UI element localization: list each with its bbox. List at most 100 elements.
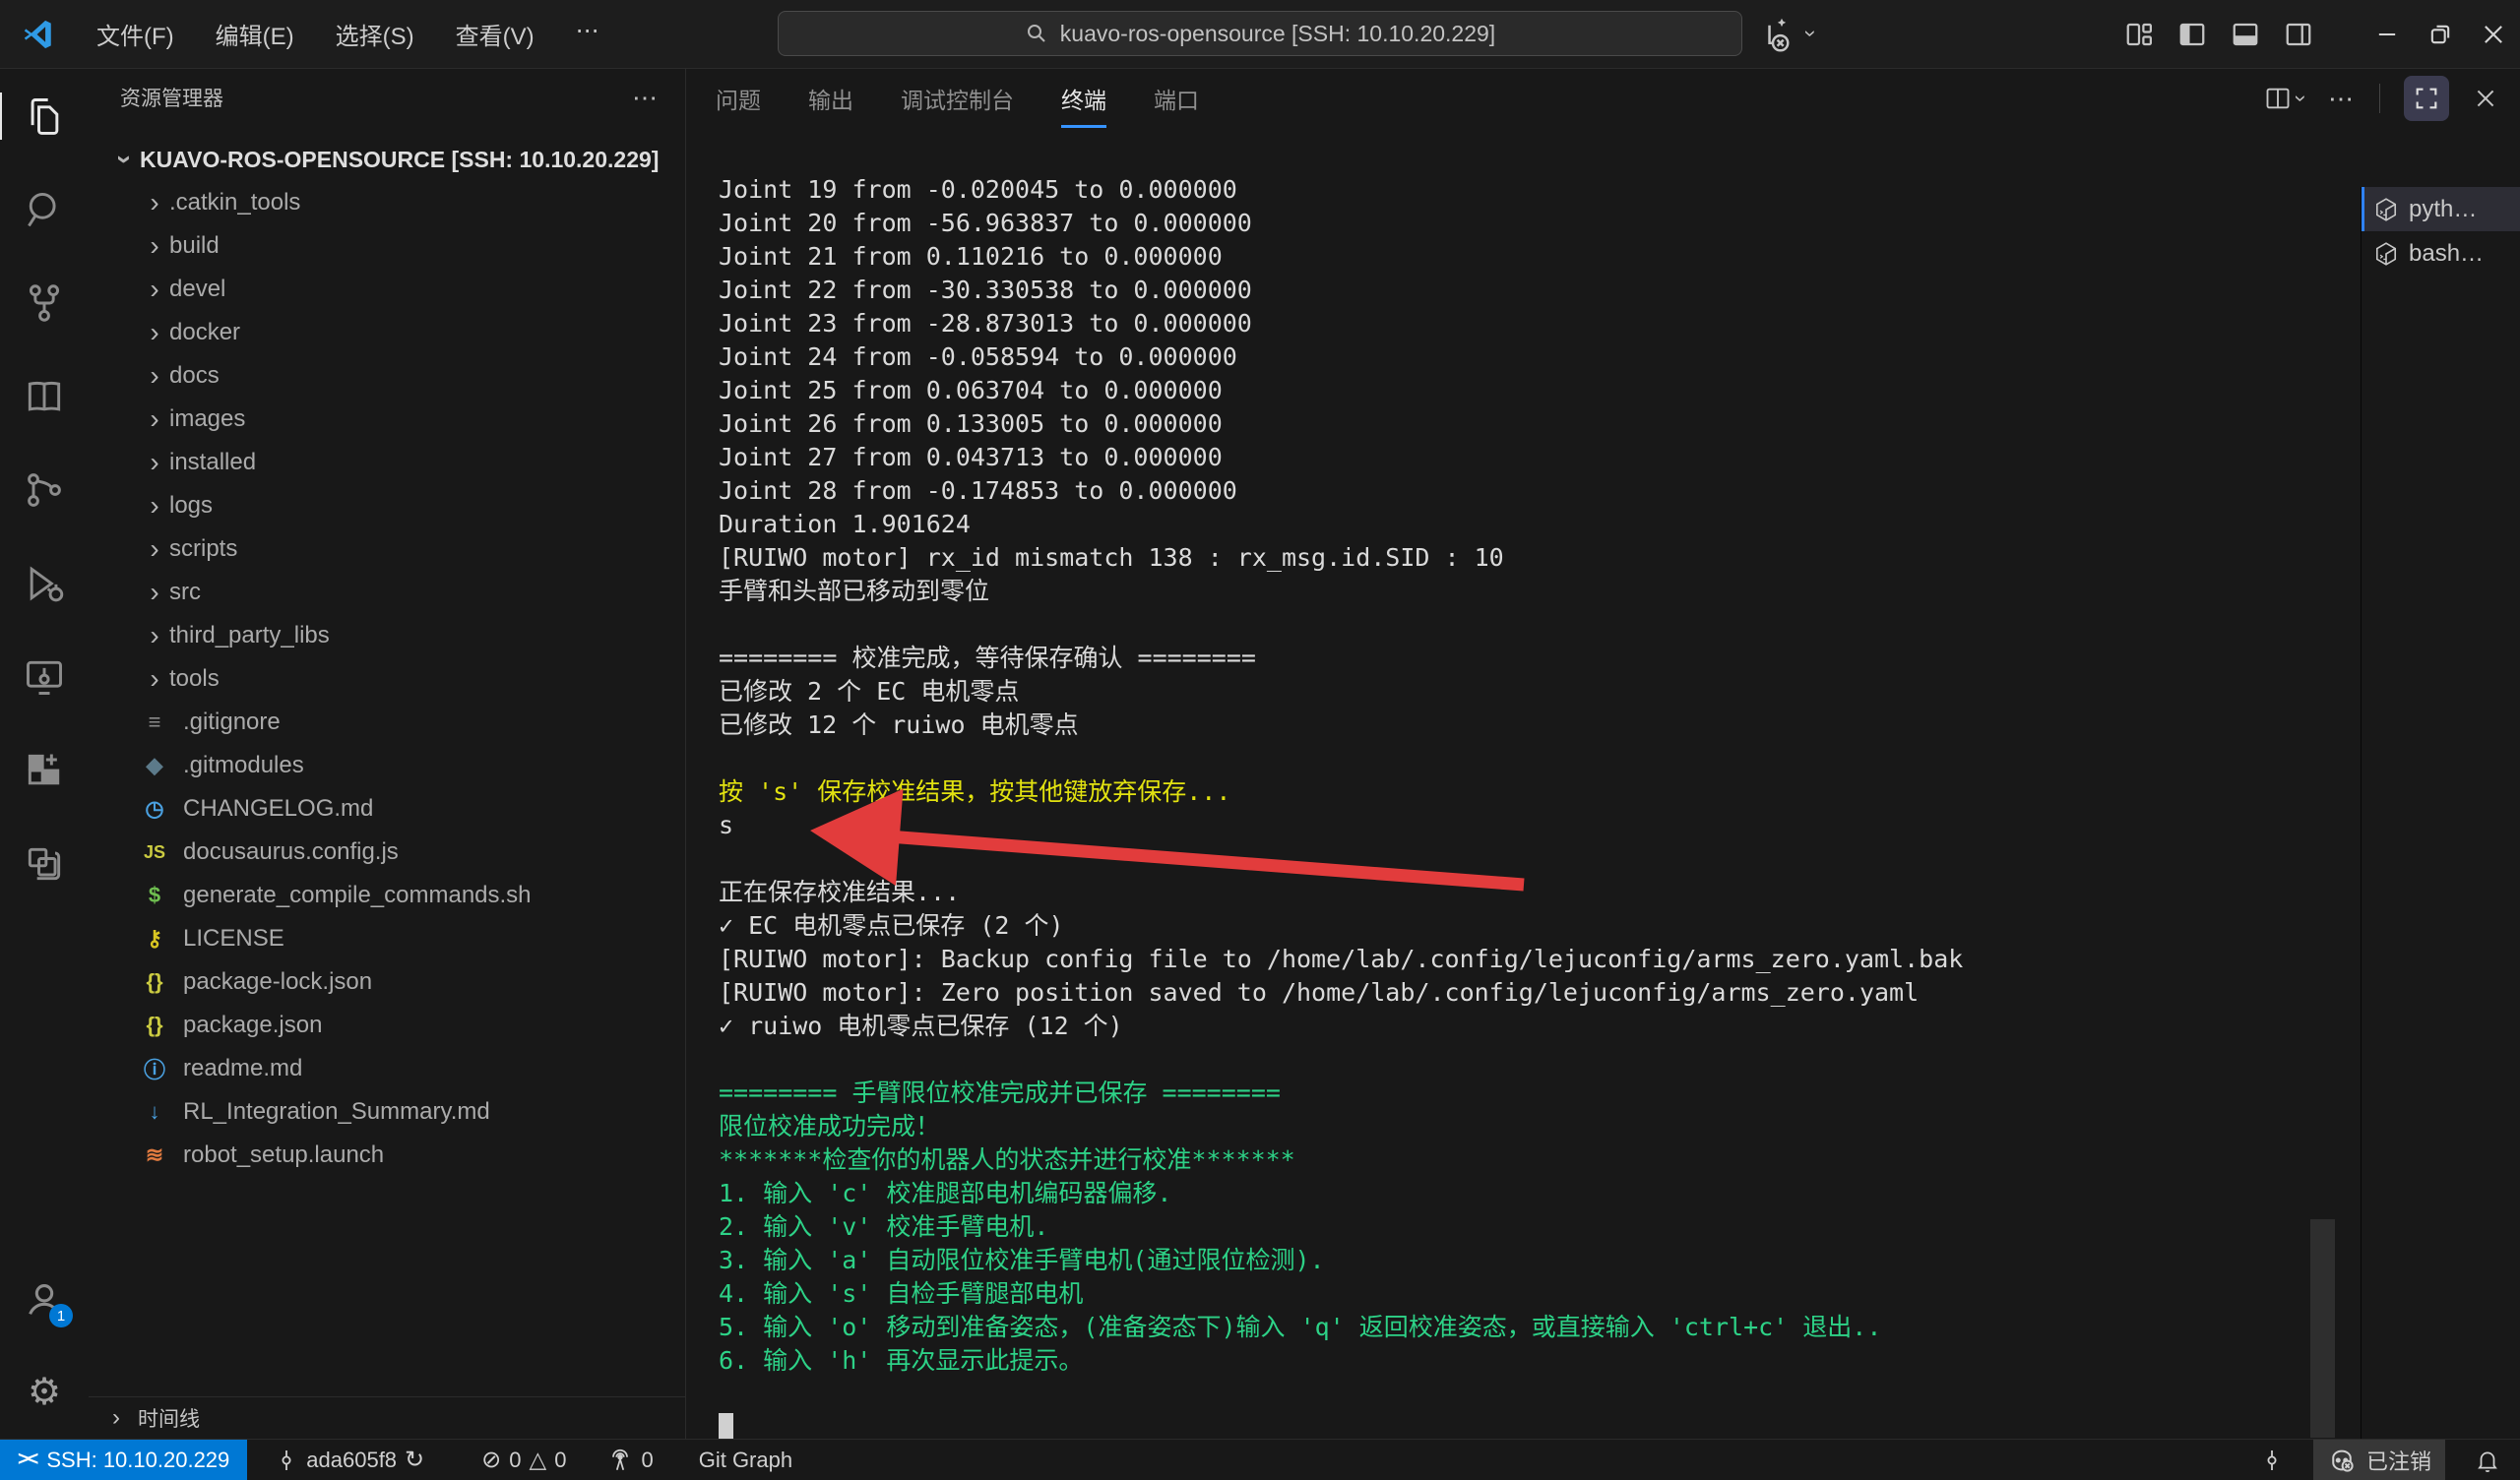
broadcast-item[interactable]: 0 [594, 1440, 666, 1480]
explorer-title: 资源管理器 [120, 83, 223, 112]
command-center[interactable]: kuavo-ros-opensource [SSH: 10.10.20.229] [778, 11, 1742, 56]
panel-tab-[interactable]: 端口 [1154, 69, 1199, 128]
git-commit-item[interactable]: ada605f8 ↻ [261, 1440, 438, 1480]
tree-folder-build[interactable]: ›build [89, 224, 685, 268]
tree-file-gitignore[interactable]: ≡.gitignore [89, 701, 685, 744]
more-actions-icon[interactable]: ⋯ [632, 83, 658, 113]
divider [2379, 84, 2380, 113]
port-item[interactable] [2246, 1440, 2298, 1480]
braces-icon: {} [140, 969, 169, 995]
copilot-menu[interactable]: › [1764, 14, 1814, 53]
tree-root[interactable]: ›KUAVO-ROS-OPENSOURCE [SSH: 10.10.20.229… [89, 138, 685, 181]
close-icon[interactable] [2467, 0, 2520, 69]
sidebar-item-run-debug[interactable] [0, 536, 89, 630]
tree-file-robot-setup-launch[interactable]: ≋robot_setup.launch [89, 1134, 685, 1177]
tree-file-gitmodules[interactable]: ◆.gitmodules [89, 744, 685, 787]
settings-button[interactable]: ⚙ [0, 1345, 89, 1439]
file-label: .gitignore [183, 709, 281, 736]
tree-file-changelog-md[interactable]: ◷CHANGELOG.md [89, 787, 685, 831]
customize-layout-icon[interactable] [2112, 0, 2166, 69]
sidebar-item-extensions[interactable] [0, 723, 89, 817]
folder-label: third_party_libs [169, 622, 330, 649]
chevron-right-icon: › [140, 230, 169, 262]
terminal-line: 6. 输入 'h' 再次显示此提示。 [719, 1344, 1963, 1378]
account-badge: 1 [49, 1304, 73, 1327]
tree-file-readme-md[interactable]: ⓘreadme.md [89, 1047, 685, 1090]
terminal-session-icon [2373, 197, 2399, 222]
panel-tab-[interactable]: 输出 [808, 69, 853, 128]
tree-folder-logs[interactable]: ›logs [89, 484, 685, 527]
organization-icon [23, 842, 66, 886]
terminal-line: 限位校准成功完成！ [719, 1110, 1963, 1143]
terminal[interactable]: Joint 19 from -0.020045 to 0.000000Joint… [686, 128, 2520, 1439]
remote-indicator[interactable]: >< SSH: 10.10.20.229 [0, 1440, 247, 1480]
menu-more-icon[interactable]: ⋯ [562, 11, 613, 57]
tree-folder-devel[interactable]: ›devel [89, 268, 685, 311]
down-arrow-icon: ↓ [140, 1099, 169, 1125]
tree-file-generate-compile-commands-sh[interactable]: $generate_compile_commands.sh [89, 874, 685, 917]
panel-tab-[interactable]: 终端 [1061, 69, 1106, 128]
notifications-item[interactable] [2461, 1440, 2520, 1480]
tree-folder-third-party-libs[interactable]: ›third_party_libs [89, 614, 685, 657]
chevron-right-icon: › [140, 274, 169, 305]
sidebar-item-search[interactable] [0, 162, 89, 256]
sidebar-item-git-graph[interactable] [0, 443, 89, 536]
menu-item-f[interactable]: 文件(F) [83, 11, 188, 57]
folder-label: images [169, 405, 245, 433]
launch-profile-button[interactable]: › [2264, 85, 2304, 112]
copilot-status-label: 已注销 [2366, 1445, 2431, 1476]
menu-item-v[interactable]: 查看(V) [442, 11, 548, 57]
menu-item-s[interactable]: 选择(S) [322, 11, 428, 57]
sidebar-item-docs[interactable] [0, 349, 89, 443]
panel-tabs: 问题输出调试控制台终端端口 [716, 69, 1199, 128]
explorer-sidebar: 资源管理器 ⋯ ›KUAVO-ROS-OPENSOURCE [SSH: 10.1… [89, 69, 686, 1439]
panel-tab-[interactable]: 问题 [716, 69, 761, 128]
terminal-line [719, 1378, 1963, 1411]
tree-folder-docker[interactable]: ›docker [89, 311, 685, 354]
commit-label: ada605f8 [306, 1448, 397, 1473]
terminal-scrollbar[interactable] [2310, 1219, 2335, 1438]
sidebar-item-organization[interactable] [0, 817, 89, 910]
terminal-line: Joint 22 from -30.330538 to 0.000000 [719, 274, 1963, 307]
close-panel-button[interactable] [2473, 86, 2498, 111]
tree-folder-tools[interactable]: ›tools [89, 657, 685, 701]
tree-folder-installed[interactable]: ›installed [89, 441, 685, 484]
tree-folder-catkin-tools[interactable]: ›.catkin_tools [89, 181, 685, 224]
toggle-sidebar-icon[interactable] [2166, 0, 2219, 69]
tree-folder-src[interactable]: ›src [89, 571, 685, 614]
gear-icon: ⚙ [28, 1370, 61, 1414]
minimize-icon[interactable] [2361, 0, 2414, 69]
sidebar-item-explorer[interactable] [0, 69, 89, 162]
tree-folder-images[interactable]: ›images [89, 398, 685, 441]
shell-icon: $ [140, 883, 169, 908]
split-terminal-icon [2264, 85, 2292, 112]
tree-folder-scripts[interactable]: ›scripts [89, 527, 685, 571]
account-button[interactable]: 1 [0, 1252, 89, 1345]
tree-file-package-lock-json[interactable]: {}package-lock.json [89, 960, 685, 1004]
sidebar-item-remote-explorer[interactable] [0, 630, 89, 723]
menu-item-e[interactable]: 编辑(E) [202, 11, 308, 57]
toggle-panel-icon[interactable] [2219, 0, 2272, 69]
terminal-line: 已修改 12 个 ruiwo 电机零点 [719, 709, 1963, 742]
terminal-line: Duration 1.901624 [719, 508, 1963, 541]
panel-tab-[interactable]: 调试控制台 [901, 69, 1014, 128]
terminal-session-pyth[interactable]: pyth… [2362, 187, 2520, 231]
copilot-status-item[interactable]: 已注销 [2313, 1440, 2445, 1480]
restore-icon[interactable] [2414, 0, 2467, 69]
problems-item[interactable]: ⊘ 0 △ 0 [468, 1440, 580, 1480]
chevron-right-icon: › [140, 620, 169, 651]
more-actions-icon[interactable]: ⋯ [2328, 84, 2356, 114]
git-graph-item[interactable]: Git Graph [685, 1440, 806, 1480]
sidebar-item-source-control[interactable] [0, 256, 89, 349]
tree-folder-docs[interactable]: ›docs [89, 354, 685, 398]
toggle-secondary-sidebar-icon[interactable] [2272, 0, 2325, 69]
tree-file-package-json[interactable]: {}package.json [89, 1004, 685, 1047]
tree-file-rl-integration-summary-md[interactable]: ↓RL_Integration_Summary.md [89, 1090, 685, 1134]
braces-icon: {} [140, 1013, 169, 1038]
tree-file-docusaurus-config-js[interactable]: JSdocusaurus.config.js [89, 831, 685, 874]
timeline-section[interactable]: › 时间线 [89, 1396, 685, 1439]
maximize-panel-button[interactable] [2404, 76, 2449, 121]
tree-file-license[interactable]: ⚷LICENSE [89, 917, 685, 960]
terminal-session-bash[interactable]: bash… [2362, 231, 2520, 276]
broadcast-icon [607, 1448, 633, 1473]
